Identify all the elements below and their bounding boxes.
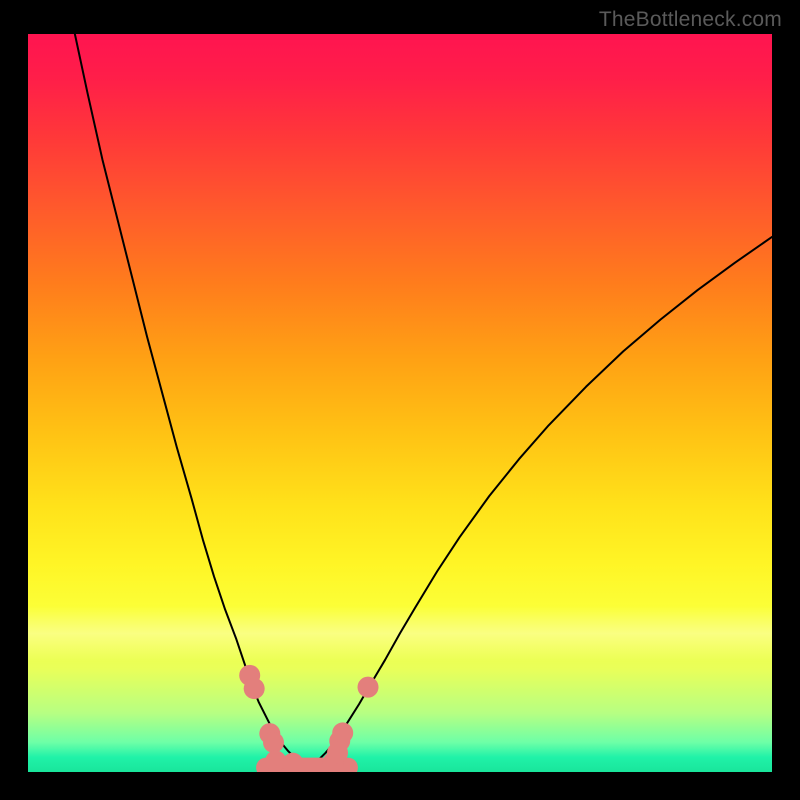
watermark-text: TheBottleneck.com [599, 8, 782, 32]
curve-left-branch [75, 34, 307, 768]
markers-left [239, 665, 303, 772]
data-marker [282, 753, 303, 772]
data-marker [263, 732, 284, 753]
data-marker [332, 722, 353, 743]
plot-area [28, 34, 772, 772]
markers-right [323, 677, 379, 772]
data-marker [244, 678, 265, 699]
data-marker [358, 677, 379, 698]
chart-container: TheBottleneck.com [0, 0, 800, 800]
curve-layer [28, 34, 772, 772]
